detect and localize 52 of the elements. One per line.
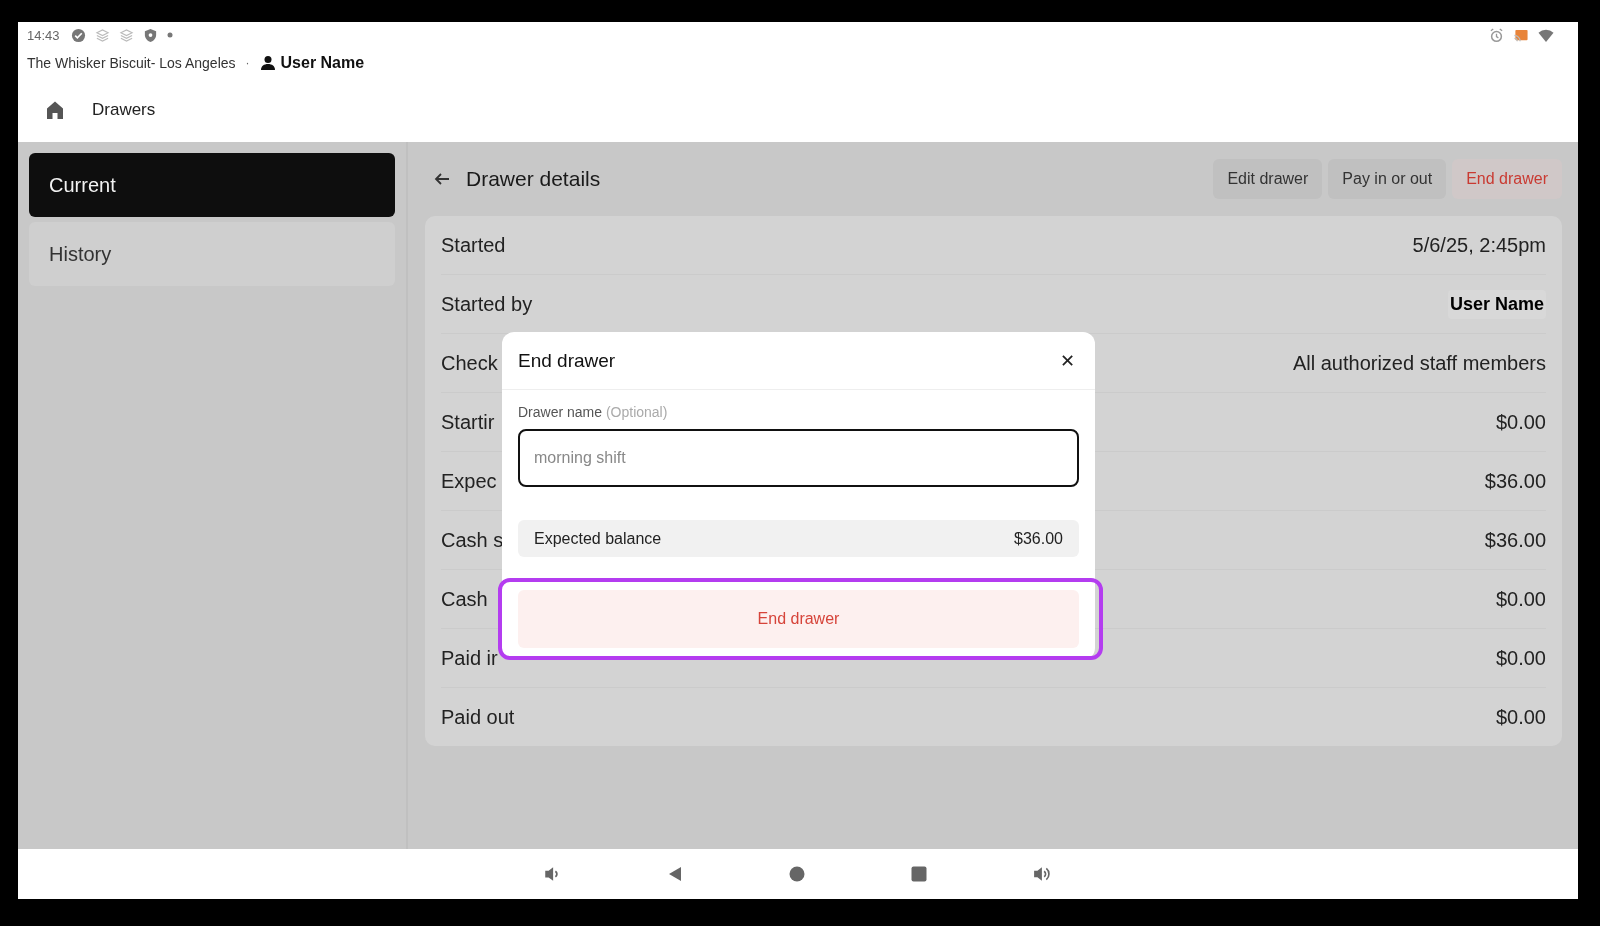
detail-label: Started by [441, 292, 533, 316]
sidebar-item[interactable]: Current [29, 153, 395, 217]
detail-value: $0.00 [1495, 410, 1546, 434]
back-arrow-icon[interactable] [434, 171, 450, 187]
detail-value: All authorized staff members [1292, 351, 1546, 375]
detail-label: Cash s [441, 528, 504, 552]
location-name: The Whisker Biscuit- Los Angeles [27, 55, 236, 71]
alarm-icon [1489, 27, 1504, 43]
detail-label: Startir [441, 410, 495, 434]
detail-value: 5/6/25, 2:45pm [1412, 233, 1546, 257]
check-circle-icon [70, 27, 86, 43]
detail-value: $0.00 [1495, 646, 1546, 670]
detail-label: Check [441, 351, 498, 375]
home-icon[interactable] [45, 100, 65, 120]
volume-up-icon[interactable] [1033, 865, 1053, 883]
action-button[interactable]: Pay in or out [1328, 159, 1447, 199]
dialog-title: End drawer [518, 349, 616, 372]
detail-label: Paid ir [441, 646, 498, 670]
status-time: 14:43 [27, 27, 60, 43]
sidebar-item[interactable]: History [29, 222, 395, 286]
wifi-icon [1538, 27, 1554, 43]
detail-label: Cash [441, 587, 488, 611]
user-name: User Name [280, 54, 365, 72]
page-title: Drawers [92, 100, 156, 120]
end-drawer-button[interactable]: End drawer [518, 590, 1079, 648]
back-icon[interactable] [667, 866, 683, 882]
layers-icon [118, 27, 134, 43]
dot-icon [166, 32, 173, 38]
separator-dot: · [245, 56, 250, 70]
detail-label: Expec [441, 469, 497, 493]
balance-label: Expected balance [534, 529, 662, 548]
detail-value: $36.00 [1484, 469, 1546, 493]
detail-value: $0.00 [1495, 705, 1546, 729]
layers-icon [94, 27, 110, 43]
drawer-name-field[interactable]: morning shift [518, 429, 1079, 487]
close-button[interactable]: ✕ [1055, 350, 1079, 371]
detail-label: Started [441, 233, 506, 257]
action-button[interactable]: Edit drawer [1213, 159, 1323, 199]
shield-icon [142, 27, 158, 43]
detail-label: Paid out [441, 705, 515, 729]
detail-value: $36.00 [1484, 528, 1546, 552]
field-label: Drawer name [518, 404, 603, 420]
user-chip: User Name [1447, 289, 1546, 319]
volume-down-icon[interactable] [543, 865, 561, 883]
home-circle-icon[interactable] [789, 866, 805, 882]
detail-value: $0.00 [1495, 587, 1546, 611]
user-icon [259, 55, 276, 71]
recents-icon[interactable] [911, 866, 927, 882]
section-title: Drawer details [466, 167, 601, 191]
balance-value: $36.00 [1014, 529, 1063, 548]
field-hint: (Optional) [605, 404, 668, 420]
cast-icon [1513, 27, 1529, 43]
